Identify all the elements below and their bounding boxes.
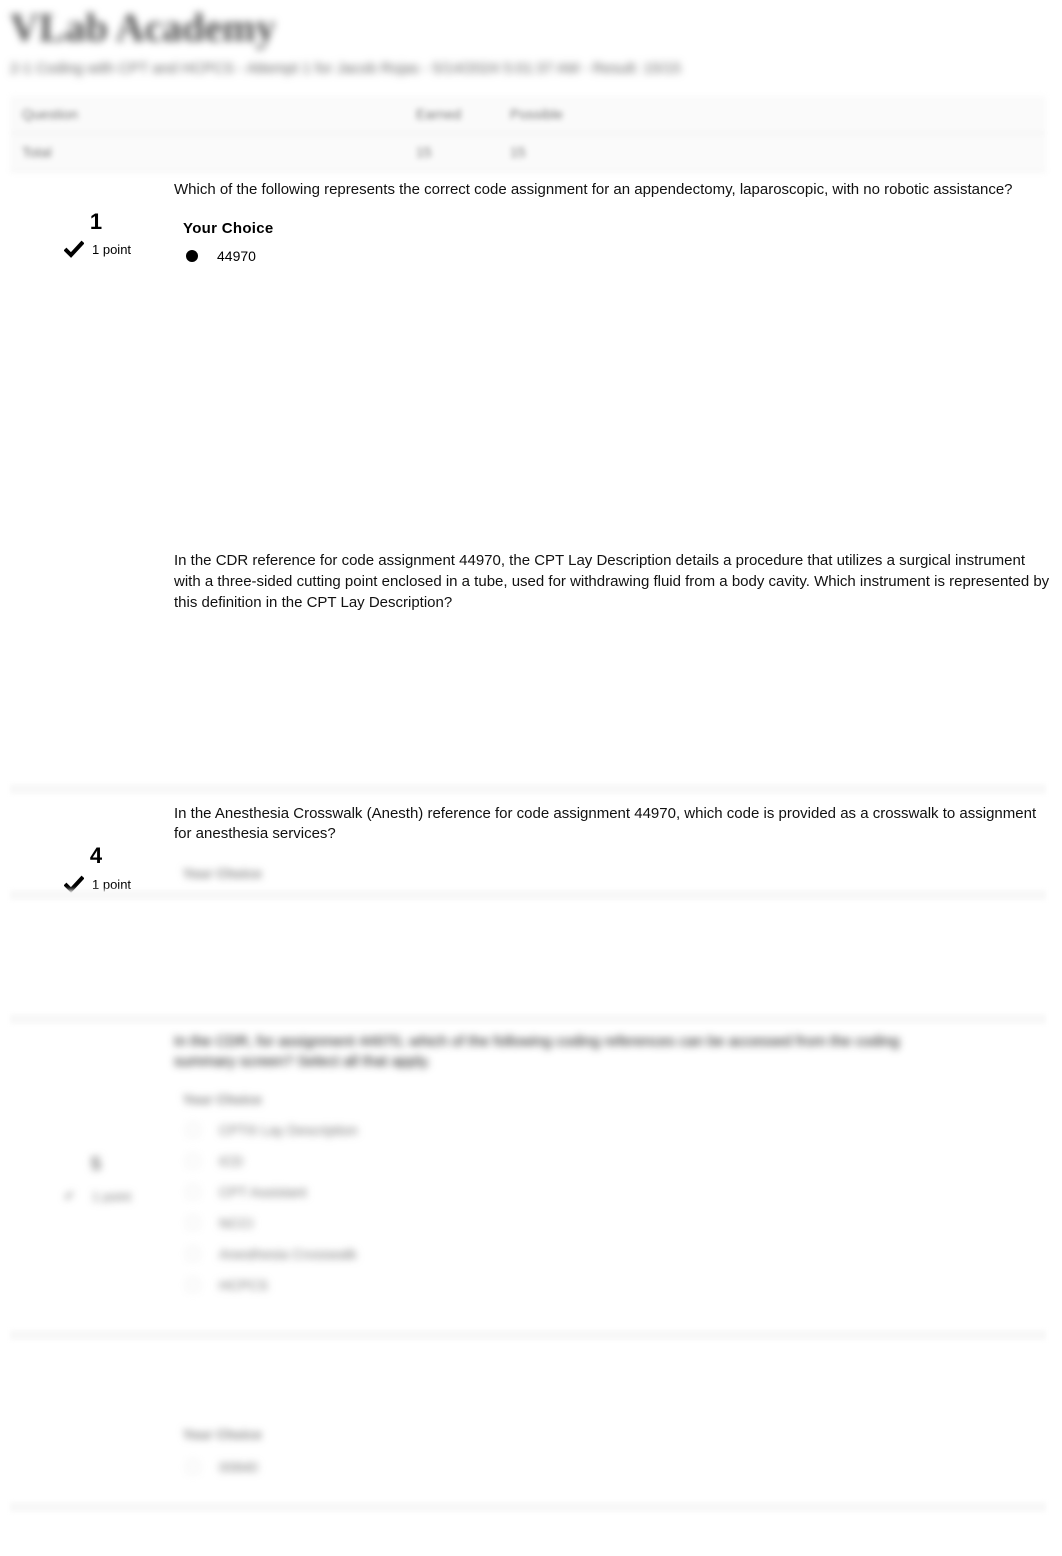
header-possible: Possible: [498, 96, 1046, 134]
choice-text: HCPCS: [219, 1277, 269, 1293]
choice-item: ICD: [186, 1153, 243, 1169]
choice-item: CPT® Lay Description: [186, 1122, 358, 1138]
checkbox-icon: [186, 1185, 200, 1199]
checkbox-icon: [186, 1247, 200, 1261]
header-question: Question: [10, 96, 404, 134]
your-choice-label: Your Choice: [183, 1092, 262, 1107]
question-divider: [10, 1330, 1046, 1340]
checkmark-icon: [64, 240, 84, 258]
site-title: VLab Academy: [10, 5, 276, 50]
header-earned: Earned: [404, 96, 498, 134]
choice-text: CPT Assistant: [219, 1184, 307, 1200]
question-text: In the CDR reference for code assignment…: [174, 552, 1050, 611]
selected-radio-icon: [186, 250, 198, 262]
cell-total-label: Total: [10, 133, 404, 172]
choice-text: NCCI: [219, 1215, 254, 1231]
choice-item: HCPCS: [186, 1277, 268, 1293]
radio-icon: [186, 1460, 200, 1474]
question-number: 4: [89, 843, 103, 868]
choice-text: 44970: [217, 248, 256, 264]
choice-item: CPT Assistant: [186, 1184, 307, 1200]
question-divider: [10, 784, 1046, 794]
cell-earned: 15: [404, 133, 498, 172]
checkbox-icon: [186, 1154, 200, 1168]
attempt-subtitle: 2-1 Coding with CPT and HCPCS - Attempt …: [10, 60, 681, 77]
your-choice-label: Your Choice: [183, 220, 274, 237]
question-text: Which of the following represents the co…: [174, 181, 1013, 198]
choice-item: Anesthesia Crosswalk: [186, 1246, 357, 1262]
question-divider: [10, 1014, 1046, 1024]
question-divider: [10, 1502, 1046, 1512]
score-label: 1 point: [92, 241, 132, 257]
score-label: 1 point: [92, 1188, 132, 1204]
question-text: In the CDR, for assignment 44970, which …: [174, 1033, 900, 1070]
choice-item: NCCI: [186, 1215, 253, 1231]
table-header-row: Question Earned Possible: [10, 96, 1046, 134]
choice-item: 00840: [186, 1459, 258, 1475]
question-score: 1 point: [64, 240, 131, 258]
your-choice-label: Your Choice: [183, 866, 262, 881]
checkbox-icon: [186, 1123, 200, 1137]
checkbox-icon: [186, 1278, 200, 1292]
checkbox-icon: [186, 1216, 200, 1230]
choice-text: ICD: [219, 1153, 244, 1169]
checkmark-icon: ✔: [64, 1188, 75, 1203]
choice-item: 44970: [186, 248, 256, 264]
summary-table: Question Earned Possible Total 15 15: [10, 96, 1046, 172]
question-text: In the Anesthesia Crosswalk (Anesth) ref…: [174, 805, 1037, 842]
question-number: 1: [89, 209, 103, 234]
question-divider: [10, 890, 1046, 900]
question-score: ✔ 1 point: [64, 1188, 131, 1204]
choice-text: Anesthesia Crosswalk: [219, 1246, 357, 1262]
choice-text: 00840: [219, 1459, 258, 1475]
your-choice-label: Your Choice: [183, 1427, 262, 1442]
choice-text: CPT® Lay Description: [219, 1122, 358, 1138]
question-number: 5: [90, 1154, 101, 1174]
table-row: Total 15 15: [10, 133, 1046, 172]
cell-possible: 15: [498, 133, 1046, 172]
